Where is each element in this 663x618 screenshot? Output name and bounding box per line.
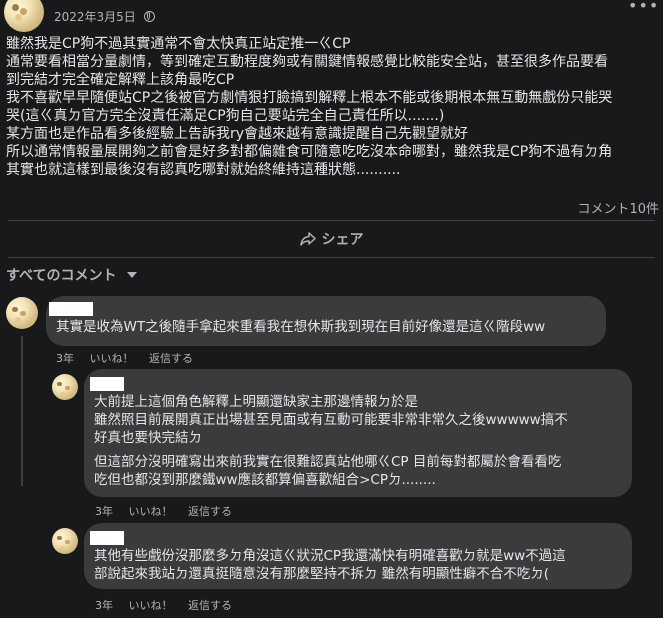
- commenter-avatar[interactable]: [52, 528, 78, 554]
- reply-button[interactable]: 返信する: [188, 599, 232, 612]
- comment-text: 好真也要快完結ㄉ: [94, 430, 202, 446]
- post-body: 雖然我是CP狗不過其實通常不會太快真正站定推一ㄍCP 通常要看相當分量劇情，等到…: [6, 35, 661, 179]
- reply-button[interactable]: 返信する: [149, 352, 193, 365]
- commenter-name-redacted[interactable]: [90, 531, 124, 545]
- divider: [8, 257, 655, 258]
- commenter-name-redacted[interactable]: [90, 377, 124, 391]
- comment-text: 其他有些戲份沒那麼多ㄉ角沒這ㄍ狀況CP我還滿快有明確喜歡ㄉ就是ww不過這: [94, 548, 566, 564]
- comment-time[interactable]: 3年: [56, 352, 74, 365]
- post-date-text[interactable]: 2022年3月5日: [54, 10, 136, 24]
- all-comments-filter[interactable]: すべてのコメント: [6, 265, 138, 285]
- comment-text: 部說起來我站ㄉ還真挺隨意沒有那麼堅持不拆ㄉ 雖然有明顯性癖不合不吃ㄉ(: [94, 566, 550, 582]
- post-body-line: 雖然我是CP狗不過其實通常不會太快真正站定推一ㄍCP: [6, 36, 351, 52]
- reply-button[interactable]: 返信する: [188, 505, 232, 518]
- commenter-avatar[interactable]: [52, 374, 78, 400]
- post-date[interactable]: 2022年3月5日: [54, 8, 155, 25]
- comment-bubble: 其他有些戲份沒那麼多ㄉ角沒這ㄍ狀況CP我還滿快有明確喜歡ㄉ就是ww不過這 部說起…: [84, 523, 632, 589]
- globe-icon: [143, 11, 155, 22]
- comment-actions: 3年 いいね！ 返信する: [56, 350, 205, 366]
- comment-bubble: 大前提上這個角色解釋上明顯還缺家主那邊情報ㄉ於是 雖然照目前展開真正出場甚至見面…: [84, 369, 632, 497]
- post-body-line: 我不喜歡早早隨便站CP之後被官方劇情狠打臉搞到解釋上根本不能或後期根本無互動無戲…: [6, 90, 613, 106]
- like-button[interactable]: いいね！: [129, 599, 173, 612]
- caret-down-icon: [127, 272, 138, 278]
- more-horizontal-icon[interactable]: •••: [628, 0, 659, 15]
- like-button[interactable]: いいね！: [129, 505, 173, 518]
- comment-text: 其實是收為WT之後隨手拿起來重看我在想休斯我到現在目前好像還是這ㄍ階段ww: [56, 319, 546, 335]
- post-header: 2022年3月5日 •••: [0, 0, 663, 32]
- comment-time[interactable]: 3年: [95, 599, 113, 612]
- author-avatar[interactable]: [4, 0, 44, 32]
- all-comments-label: すべてのコメント: [6, 268, 117, 284]
- thread-line: [21, 336, 23, 486]
- commenter-name-redacted[interactable]: [49, 302, 93, 316]
- post-body-line: 所以通常情報量展開夠之前會是好多對都偏雜食可隨意吃吃沒本命哪對，雖然我是CP狗不…: [6, 144, 613, 160]
- share-button[interactable]: シェア: [0, 226, 663, 252]
- comment-text: 吃但也都沒到那麼鐵ww應該都算偏喜歡組合>CPㄉ........: [94, 472, 436, 488]
- post-body-line: 哭(這ㄍ真ㄉ官方完全沒責任滿足CP狗自己要站完全自己責任所以.......): [6, 108, 445, 124]
- like-button[interactable]: いいね！: [90, 352, 134, 365]
- share-label: シェア: [321, 232, 364, 248]
- comment-time[interactable]: 3年: [95, 505, 113, 518]
- post-body-line: 通常要看相當分量劇情，等到確定互動程度夠或有關鍵情報感覺比較能安全站，甚至很多作…: [6, 54, 608, 70]
- commenter-avatar[interactable]: [6, 297, 38, 329]
- comment-text: 大前提上這個角色解釋上明顯還缺家主那邊情報ㄉ於是: [94, 394, 418, 410]
- divider: [8, 220, 655, 221]
- share-icon: [299, 232, 316, 246]
- comment-text: 但這部分沒明確寫出來前我實在很難認真站他哪ㄍCP 目前每對都屬於會看看吃: [94, 454, 562, 470]
- comment-text: 雖然照目前展開真正出場甚至見面或有互動可能要非常非常久之後wwwww搞不: [94, 412, 568, 428]
- comment-bubble: 其實是收為WT之後隨手拿起來重看我在想休斯我到現在目前好像還是這ㄍ階段ww: [46, 296, 606, 346]
- post-body-line: 其實也就這樣到最後沒有認真吃哪對就始終維持這種狀態..........: [6, 162, 401, 178]
- post-body-line: 到完結才完全確定解釋上該角最吃CP: [6, 72, 235, 88]
- post-body-line: 某方面也是作品看多後經驗上告訴我ry會越來越有意識提醒自己先觀望就好: [6, 126, 469, 142]
- comment-count-link[interactable]: コメント10件: [577, 198, 659, 217]
- comment-actions: 3年 いいね！ 返信する: [95, 503, 244, 519]
- comment-actions: 3年 いいね！ 返信する: [95, 597, 244, 613]
